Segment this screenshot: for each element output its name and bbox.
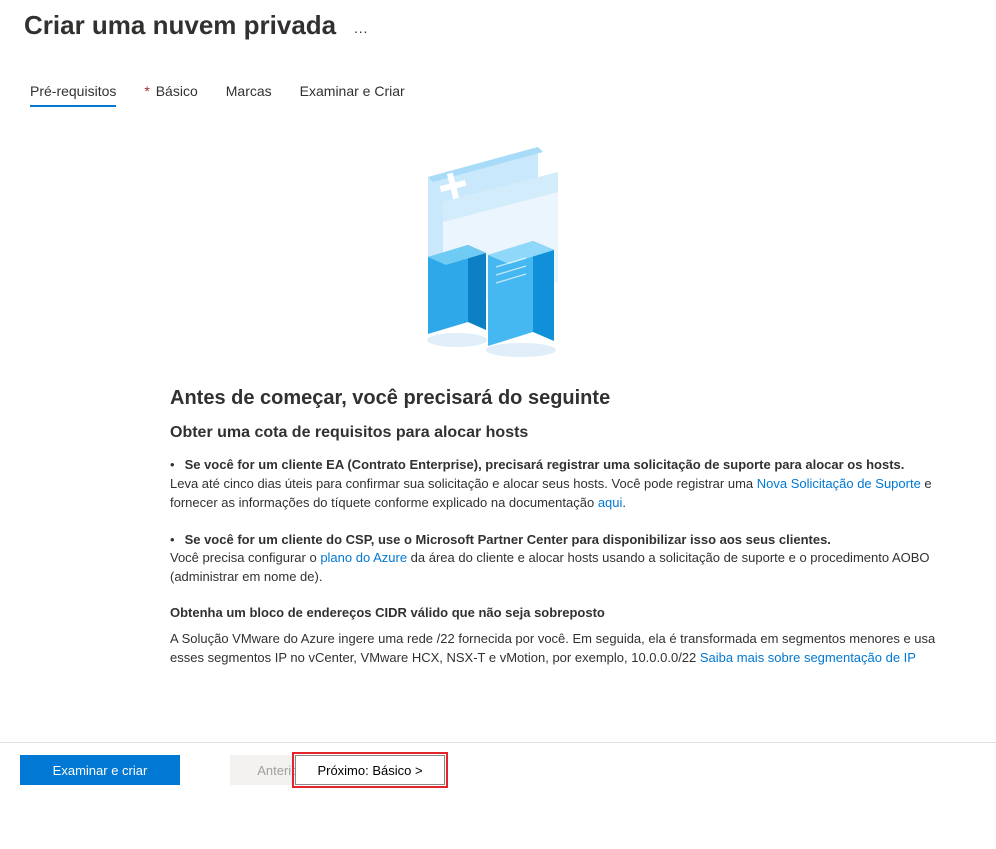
bullet-csp-heading: Se você for um cliente do CSP, use o Mic… [185,531,831,550]
bullet-ea-heading: Se você for um cliente EA (Contrato Ente… [185,456,905,475]
more-actions-icon[interactable]: ··· [354,23,368,39]
tab-prerequisites[interactable]: Pré-requisitos [30,83,116,107]
tab-tags[interactable]: Marcas [226,83,272,107]
page-title: Criar uma nuvem privada [24,10,336,41]
cidr-heading: Obtenha um bloco de endereços CIDR válid… [170,605,956,620]
tab-review[interactable]: Examinar e Criar [300,83,405,107]
link-azure-plan[interactable]: plano do Azure [320,550,407,565]
bullet-ea-text-c: . [622,495,626,510]
next-button-highlight: Próximo: Básico > [292,752,448,788]
private-cloud-illustration [10,137,956,357]
section-title: Antes de começar, você precisará do segu… [170,387,956,410]
next-button[interactable]: Próximo: Básico > [295,755,445,785]
review-create-button[interactable]: Examinar e criar [20,755,180,785]
wizard-footer: Examinar e criar Anterior Próximo: Básic… [0,742,996,797]
tab-basic[interactable]: * Básico [144,83,197,107]
content-area: Antes de começar, você precisará do segu… [0,107,980,849]
link-new-support-request[interactable]: Nova Solicitação de Suporte [757,476,921,491]
tab-basic-label: Básico [156,83,198,99]
bullet-ea-text-a: Leva até cinco dias úteis para confirmar… [170,476,757,491]
link-ip-segmentation[interactable]: Saiba mais sobre segmentação de IP [700,650,916,665]
bullet-icon: • [170,456,175,475]
wizard-tabs: Pré-requisitos * Básico Marcas Examinar … [0,41,996,107]
bullet-csp-text-a: Você precisa configurar o [170,550,320,565]
link-docs-here[interactable]: aqui [598,495,623,510]
bullet-icon: • [170,531,175,550]
section-subtitle: Obter uma cota de requisitos para alocar… [170,424,956,442]
